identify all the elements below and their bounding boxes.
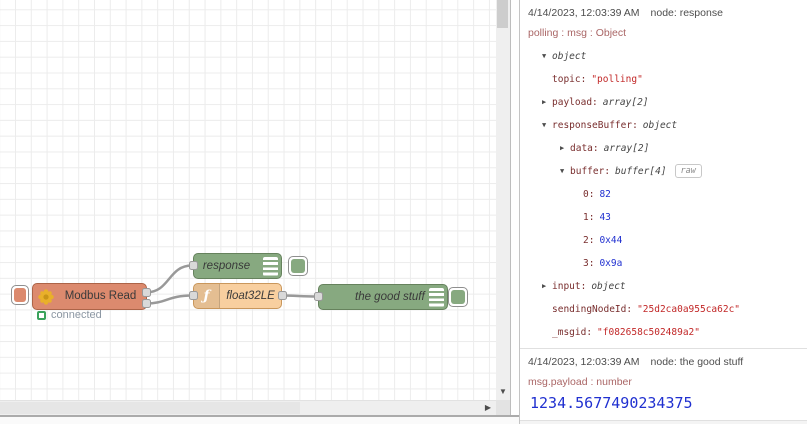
tree-row: ▼ object — [528, 45, 799, 68]
tree-row: ▶ input: object — [528, 275, 799, 298]
scroll-right-arrow-icon[interactable]: ▶ — [485, 404, 491, 412]
workspace-footer — [0, 415, 519, 424]
tree-key: _msgid: — [552, 327, 593, 338]
port-modbus-output-0[interactable] — [142, 288, 151, 297]
expand-arrow-icon[interactable]: ▶ — [542, 91, 552, 114]
tree-key: topic: — [552, 74, 587, 85]
goodstuff-debug-toggle-button[interactable] — [448, 287, 468, 307]
tree-value: 0x9a — [599, 258, 623, 269]
message-property-path[interactable]: polling : msg : Object — [528, 27, 799, 40]
tree-row: 2: 0x44 — [528, 229, 799, 252]
node-float32le-function[interactable]: ƒ float32LE — [193, 283, 282, 309]
tree-value: array[2] — [602, 97, 649, 108]
tree-key: sendingNodeId: — [552, 304, 633, 315]
wires-layer — [144, 264, 319, 305]
tree-row: ▶ payload: array[2] — [528, 91, 799, 114]
tree-value: "polling" — [591, 74, 643, 85]
message-source-node[interactable]: node: the good stuff — [651, 356, 744, 368]
tree-key: buffer: — [570, 166, 611, 177]
tree-key: responseBuffer: — [552, 120, 638, 131]
tree-value: buffer[4] — [615, 166, 667, 177]
tree-key: data: — [570, 143, 599, 154]
port-modbus-output-1[interactable] — [142, 299, 151, 308]
tree-row: 0: 82 — [528, 183, 799, 206]
port-response-input[interactable] — [188, 261, 198, 270]
raw-button[interactable]: raw — [674, 164, 702, 178]
json-tree: ▼ object topic: "polling" ▶ payload: array[2] ▼… — [528, 45, 799, 344]
modbus-node-button-fill — [14, 288, 26, 302]
flow-canvas[interactable]: Modbus Read connected response ƒ float32… — [0, 0, 496, 400]
tree-key: 0: — [583, 189, 595, 200]
node-response-debug[interactable]: response — [193, 253, 282, 279]
node-modbus-read[interactable]: Modbus Read — [32, 283, 147, 310]
tree-row: 3: 0x9a — [528, 252, 799, 275]
canvas-horizontal-scrollbar[interactable]: ▶ — [0, 400, 496, 415]
tree-key: payload: — [552, 97, 598, 108]
modbus-node-button[interactable] — [11, 285, 29, 305]
debug-messages: 4/14/2023, 12:03:39 AM node: response poll… — [520, 0, 807, 421]
tree-key: 2: — [583, 235, 595, 246]
response-debug-toggle-button[interactable] — [288, 256, 308, 276]
tree-value: 0x44 — [599, 235, 623, 246]
tree-row: ▶ data: array[2] — [528, 137, 799, 160]
debug-sidebar: 4/14/2023, 12:03:39 AM node: response poll… — [519, 0, 807, 424]
tree-value: "f082658c502489a2" — [597, 327, 700, 338]
tree-value: "25d2ca0a955ca62c" — [637, 304, 741, 315]
debug-list-icon — [263, 257, 278, 276]
tree-row: 1: 43 — [528, 206, 799, 229]
status-text: connected — [51, 309, 102, 321]
scroll-down-arrow-icon[interactable]: ▼ — [499, 388, 507, 396]
modbus-status: connected — [37, 309, 102, 321]
port-goodstuff-input[interactable] — [313, 292, 323, 301]
toggle-fill — [451, 290, 465, 304]
message-meta: 4/14/2023, 12:03:39 AM node: the good stu… — [528, 356, 799, 369]
message-meta: 4/14/2023, 12:03:39 AM node: response — [528, 7, 799, 20]
wire-modbus-to-function[interactable] — [144, 294, 194, 305]
message-timestamp: 4/14/2023, 12:03:39 AM — [528, 7, 640, 19]
tree-row: topic: "polling" — [528, 68, 799, 91]
tree-value: object — [591, 281, 626, 292]
tree-row: sendingNodeId: "25d2ca0a955ca62c" — [528, 298, 799, 321]
horizontal-scrollbar-thumb[interactable] — [0, 402, 300, 414]
expand-arrow-icon[interactable]: ▼ — [542, 45, 552, 68]
message-source-node[interactable]: node: response — [651, 7, 723, 19]
function-icon: ƒ — [194, 284, 220, 308]
debug-message: 4/14/2023, 12:03:39 AM node: the good stu… — [520, 349, 807, 421]
payload-value: 1234.5677490234375 — [530, 394, 693, 412]
expand-arrow-icon[interactable]: ▶ — [542, 275, 552, 298]
tree-value: 82 — [599, 189, 611, 200]
modbus-flower-icon — [38, 289, 54, 305]
canvas-vertical-scrollbar[interactable]: ▼ — [496, 0, 511, 400]
node-goodstuff-debug[interactable]: the good stuff — [318, 284, 448, 310]
node-label-goodstuff: the good stuff — [355, 291, 425, 303]
debug-list-icon — [429, 288, 444, 307]
vertical-scrollbar-thumb[interactable] — [497, 0, 508, 28]
tree-value: object — [642, 120, 678, 131]
wire-modbus-to-response[interactable] — [144, 264, 194, 294]
expand-arrow-icon[interactable]: ▼ — [560, 160, 570, 183]
tree-key: 3: — [583, 258, 595, 269]
tree-value: array[2] — [603, 143, 650, 154]
message-property-path[interactable]: msg.payload : number — [528, 376, 799, 389]
tree-row: ▼ buffer: buffer[4] raw — [528, 160, 799, 183]
tree-value: 43 — [599, 212, 611, 223]
tree-value: object — [552, 51, 587, 62]
tree-key: 1: — [583, 212, 595, 223]
tree-row: _msgid: "f082658c502489a2" — [528, 321, 799, 344]
debug-message: 4/14/2023, 12:03:39 AM node: response poll… — [520, 0, 807, 349]
status-ring-icon — [37, 310, 46, 320]
port-function-input[interactable] — [188, 291, 198, 300]
tree-row: ▼ responseBuffer: object — [528, 114, 799, 137]
message-timestamp: 4/14/2023, 12:03:39 AM — [528, 356, 640, 368]
expand-arrow-icon[interactable]: ▶ — [560, 137, 570, 160]
port-function-output[interactable] — [277, 291, 287, 300]
expand-arrow-icon[interactable]: ▼ — [542, 114, 552, 137]
toggle-fill — [291, 259, 305, 273]
tree-key: input: — [552, 281, 587, 292]
node-red-window: Modbus Read connected response ƒ float32… — [0, 0, 807, 424]
